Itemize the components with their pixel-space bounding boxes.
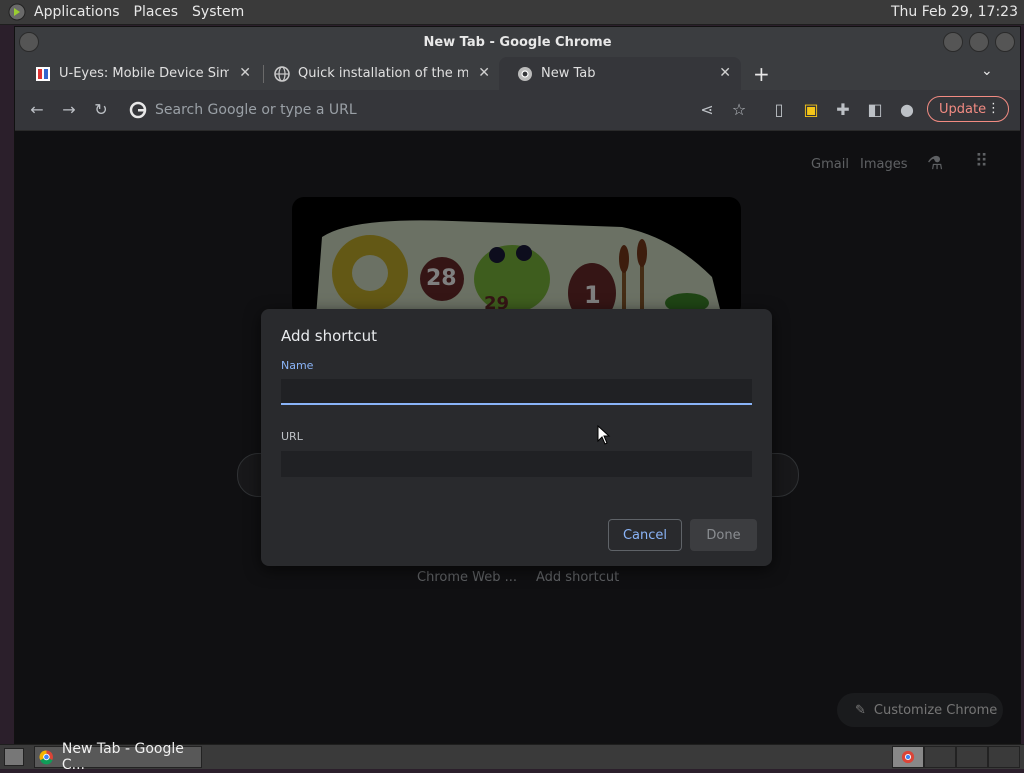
chrome-icon [39, 750, 53, 765]
globe-icon [274, 65, 290, 82]
side-panel-icon[interactable]: ◧ [865, 100, 885, 120]
show-desktop-icon[interactable] [4, 748, 24, 766]
done-button[interactable]: Done [690, 519, 757, 551]
add-shortcut-dialog: Add shortcut Name URL Cancel Done [261, 309, 772, 566]
bookmark-star-icon[interactable]: ☆ [729, 100, 749, 120]
new-tab-plus-icon[interactable]: + [753, 62, 770, 86]
maximize-button[interactable] [969, 32, 989, 52]
tab-new-tab[interactable]: New Tab ✕ [499, 57, 741, 90]
taskbar-chrome-window[interactable]: New Tab - Google C... [34, 741, 202, 773]
close-tab-icon[interactable]: ✕ [478, 65, 490, 81]
tab-title: U-Eyes: Mobile Device Simula [59, 66, 229, 81]
workspace-2[interactable] [924, 746, 956, 768]
tab-title: Quick installation of the mobil [298, 66, 468, 81]
workspace-switcher[interactable] [892, 746, 1020, 768]
chrome-icon [901, 750, 915, 764]
system-taskbar: New Tab - Google C... [0, 741, 1024, 773]
url-input[interactable] [281, 451, 752, 477]
minimize-button[interactable] [943, 32, 963, 52]
google-g-icon [129, 101, 147, 119]
menu-system[interactable]: System [192, 4, 244, 20]
workspace-3[interactable] [956, 746, 988, 768]
workspace-4[interactable] [988, 746, 1020, 768]
window-menu-button[interactable] [19, 32, 39, 52]
menu-places[interactable]: Places [134, 4, 179, 20]
tab-title: New Tab [541, 66, 596, 81]
forward-arrow-icon[interactable]: → [59, 100, 79, 120]
name-input[interactable] [281, 379, 752, 405]
puzzle-extensions-icon[interactable]: ✚ [833, 100, 853, 120]
tab-u-eyes[interactable]: U-Eyes: Mobile Device Simula ✕ [17, 57, 261, 90]
u-eyes-favicon [36, 66, 50, 81]
tab-search-chevron-icon[interactable]: ⌄ [981, 63, 993, 79]
window-title: New Tab - Google Chrome [423, 34, 612, 50]
extension-icon[interactable]: ▣ [801, 100, 821, 120]
more-menu-icon[interactable]: ⋮ [987, 101, 1000, 116]
update-label: Update [939, 101, 987, 117]
chrome-icon [518, 66, 532, 81]
reload-icon[interactable]: ↻ [91, 100, 111, 120]
profile-avatar-icon[interactable]: ● [897, 100, 917, 120]
window-titlebar[interactable]: New Tab - Google Chrome [15, 27, 1020, 57]
system-top-panel: Applications Places System Thu Feb 29, 1… [0, 0, 1024, 25]
system-menu-icon[interactable] [8, 3, 26, 21]
taskbar-window-label: New Tab - Google C... [61, 741, 184, 773]
chrome-window: New Tab - Google Chrome U-Eyes: Mobile D… [14, 26, 1021, 744]
browser-toolbar: ← → ↻ Search Google or type a URL ⋖ ☆ ▯ … [15, 90, 1020, 131]
update-button[interactable]: Update ⋮ [927, 96, 1009, 122]
name-field-label: Name [281, 359, 314, 372]
mouse-cursor-icon [597, 425, 611, 445]
tab-quick-installation[interactable]: Quick installation of the mobil ✕ [256, 57, 500, 90]
tab-strip: U-Eyes: Mobile Device Simula ✕ Quick ins… [15, 57, 1020, 90]
menu-applications[interactable]: Applications [34, 4, 120, 20]
workspace-1[interactable] [892, 746, 924, 768]
back-arrow-icon[interactable]: ← [27, 100, 47, 120]
share-icon[interactable]: ⋖ [697, 100, 717, 120]
dialog-title: Add shortcut [281, 327, 377, 345]
cancel-button[interactable]: Cancel [608, 519, 682, 551]
url-field-label: URL [281, 430, 303, 443]
omnibox[interactable]: Search Google or type a URL [129, 96, 699, 124]
close-window-button[interactable] [995, 32, 1015, 52]
omnibox-placeholder: Search Google or type a URL [155, 102, 357, 118]
close-tab-icon[interactable]: ✕ [719, 65, 731, 81]
close-tab-icon[interactable]: ✕ [239, 65, 251, 81]
system-clock[interactable]: Thu Feb 29, 17:23 [891, 4, 1018, 20]
reading-list-icon[interactable]: ▯ [769, 100, 789, 120]
